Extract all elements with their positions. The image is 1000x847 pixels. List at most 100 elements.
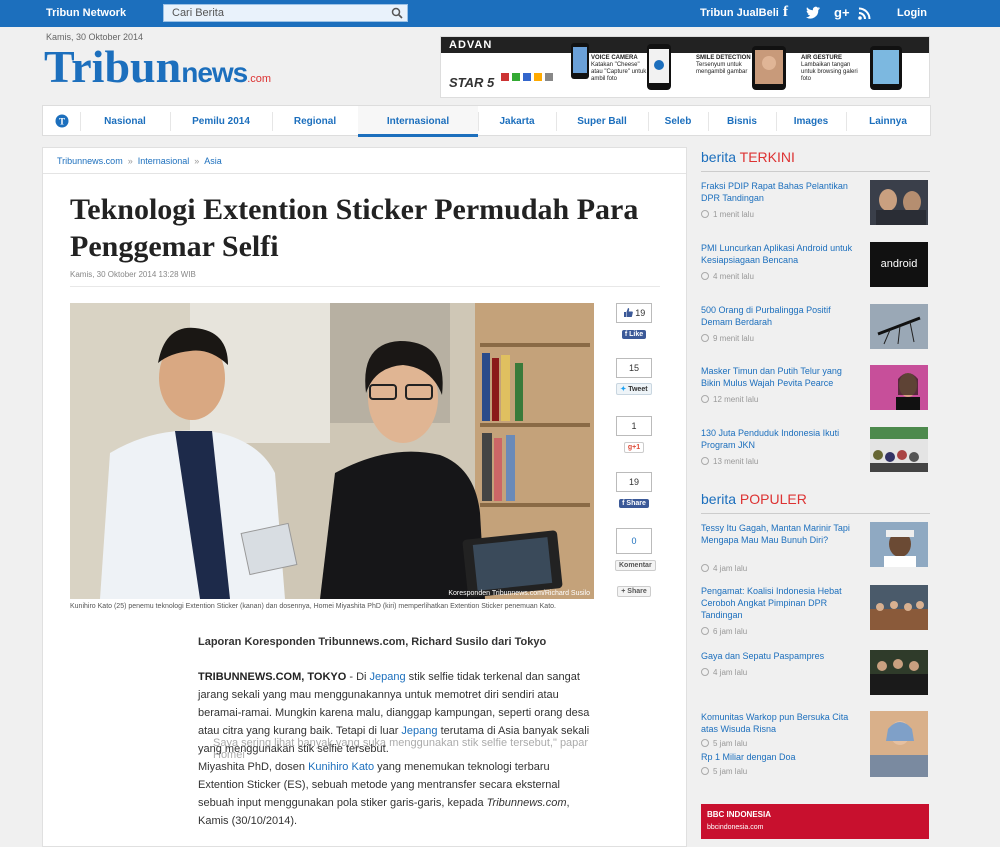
more-share-widget[interactable]: + Share bbox=[615, 580, 653, 598]
share-count: 19 bbox=[616, 472, 652, 492]
tribun-jualbeli-link[interactable]: Tribun JualBeli bbox=[700, 7, 779, 19]
news-title[interactable]: Komunitas Warkop pun Bersuka Cita atas W… bbox=[701, 711, 863, 735]
comment-widget[interactable]: 0 Komentar bbox=[615, 528, 656, 572]
news-title[interactable]: Masker Timun dan Putih Telur yang Bikin … bbox=[701, 365, 863, 389]
photo-credit: Koresponden Tribunnews.com/Richard Susil… bbox=[448, 590, 590, 597]
news-time: 4 jam lalu bbox=[701, 668, 747, 677]
nav-item-nasional[interactable]: Nasional bbox=[80, 106, 170, 137]
facebook-like-widget[interactable]: 19 f Like bbox=[615, 303, 653, 341]
ad-feature-title: AIR GESTURE bbox=[801, 55, 843, 61]
nav-item-super-ball[interactable]: Super Ball bbox=[556, 106, 648, 137]
login-link[interactable]: Login bbox=[897, 7, 927, 19]
news-item[interactable]: 130 Juta Penduduk Indonesia Ikuti Progra… bbox=[701, 427, 930, 477]
main-navigation: T Nasional Pemilu 2014 Regional Internas… bbox=[42, 105, 931, 137]
facebook-like-button[interactable]: f Like bbox=[621, 330, 647, 339]
news-title[interactable]: 130 Juta Penduduk Indonesia Ikuti Progra… bbox=[701, 427, 863, 451]
tribun-network-link[interactable]: Tribun Network bbox=[46, 7, 126, 19]
news-title[interactable]: Rp 1 Miliar dengan Doa bbox=[701, 751, 863, 763]
search-icon[interactable] bbox=[391, 7, 403, 19]
home-icon[interactable]: T bbox=[55, 114, 69, 128]
overlapping-text: Saya sering lihat banyak yang suka mengg… bbox=[213, 737, 589, 761]
search-placeholder: Cari Berita bbox=[172, 7, 224, 19]
search-input[interactable]: Cari Berita bbox=[163, 4, 408, 22]
tweet-button[interactable]: ✦ Tweet bbox=[616, 383, 652, 395]
news-item[interactable]: Gaya dan Sepatu Paspampres 4 jam lalu bbox=[701, 650, 930, 700]
news-item[interactable]: Fraksi PDIP Rapat Bahas Pelantikan DPR T… bbox=[701, 180, 930, 230]
logo-tribun: Tribun bbox=[44, 41, 182, 92]
nav-item-seleb[interactable]: Seleb bbox=[648, 106, 708, 137]
text: Tribunnews.com bbox=[486, 797, 567, 809]
bbc-indonesia-banner[interactable]: BBC INDONESIA bbcindonesia.com bbox=[701, 804, 929, 839]
news-item[interactable]: PMI Luncurkan Aplikasi Android untuk Kes… bbox=[701, 242, 930, 292]
bbc-title: BBC INDONESIA bbox=[707, 810, 772, 819]
nav-item-regional[interactable]: Regional bbox=[272, 106, 358, 137]
bbc-url: bbcindonesia.com bbox=[707, 824, 764, 831]
tag-link-kunihiro-kato[interactable]: Kunihiro Kato bbox=[308, 761, 374, 773]
twitter-icon[interactable] bbox=[805, 6, 821, 20]
rss-icon[interactable] bbox=[858, 7, 871, 20]
news-thumbnail[interactable] bbox=[870, 304, 928, 349]
advertisement-banner[interactable]: ADVAN STAR 5 VOICE CAMERA Katakan "Cheese… bbox=[440, 36, 930, 98]
nav-item-images[interactable]: Images bbox=[776, 106, 846, 137]
breadcrumb-section[interactable]: Internasional bbox=[138, 156, 190, 166]
news-item[interactable]: Tessy Itu Gagah, Mantan Marinir Tapi Men… bbox=[701, 522, 930, 574]
news-title[interactable]: Pengamat: Koalisi Indonesia Hebat Cerobo… bbox=[701, 585, 863, 621]
divider bbox=[701, 513, 930, 514]
nav-item-bisnis[interactable]: Bisnis bbox=[708, 106, 776, 137]
facebook-icon[interactable]: f bbox=[783, 4, 788, 21]
nav-item-pemilu[interactable]: Pemilu 2014 bbox=[170, 106, 272, 137]
heading-label: POPULER bbox=[739, 491, 807, 507]
logo-com: .com bbox=[247, 73, 272, 85]
news-thumbnail[interactable]: android bbox=[870, 242, 928, 287]
ad-feature-title: SMILE DETECTION bbox=[696, 55, 751, 61]
news-item[interactable]: Pengamat: Koalisi Indonesia Hebat Cerobo… bbox=[701, 585, 930, 637]
ad-feature-1: VOICE CAMERA Katakan "Cheese" atau "Captu… bbox=[591, 55, 651, 83]
tag-link-jepang[interactable]: Jepang bbox=[401, 725, 437, 737]
article-title: Teknologi Extention Sticker Permudah Par… bbox=[70, 193, 639, 263]
photo-caption: Kunihiro Kato (25) penemu teknologi Exte… bbox=[70, 603, 556, 610]
facebook-share-widget[interactable]: 19 f Share bbox=[615, 472, 653, 510]
nav-item-jakarta[interactable]: Jakarta bbox=[478, 106, 556, 137]
nav-item-internasional[interactable]: Internasional bbox=[358, 106, 478, 137]
nav-item-lainnya[interactable]: Lainnya bbox=[846, 106, 930, 137]
news-thumbnail[interactable] bbox=[870, 365, 928, 410]
news-thumbnail[interactable] bbox=[870, 180, 928, 225]
ad-phone-voice bbox=[647, 44, 671, 90]
news-title[interactable]: PMI Luncurkan Aplikasi Android untuk Kes… bbox=[701, 242, 863, 266]
breadcrumb-subsection[interactable]: Asia bbox=[204, 156, 222, 166]
google-plus-button[interactable]: g+1 bbox=[623, 442, 645, 453]
heading-prefix: berita bbox=[701, 149, 740, 165]
news-item[interactable]: Rp 1 Miliar dengan Doa 5 jam lalu bbox=[701, 751, 930, 781]
text: - Di bbox=[346, 671, 370, 683]
news-title[interactable]: Fraksi PDIP Rapat Bahas Pelantikan DPR T… bbox=[701, 180, 863, 204]
article-date: Kamis, 30 Oktober 2014 13:28 WIB bbox=[70, 270, 196, 279]
news-thumbnail[interactable] bbox=[870, 585, 928, 630]
news-item[interactable]: 500 Orang di Purbalingga Positif Demam B… bbox=[701, 304, 930, 354]
tag-link-jepang[interactable]: Jepang bbox=[370, 671, 406, 683]
breadcrumb-home[interactable]: Tribunnews.com bbox=[57, 156, 123, 166]
facebook-share-button[interactable]: f Share bbox=[619, 499, 649, 508]
gplus-count: 1 bbox=[616, 416, 652, 436]
news-time: 5 jam lalu bbox=[701, 767, 747, 776]
news-item[interactable]: Masker Timun dan Putih Telur yang Bikin … bbox=[701, 365, 930, 415]
google-plus-widget[interactable]: 1 g+1 bbox=[615, 416, 653, 454]
news-thumbnail[interactable] bbox=[870, 650, 928, 695]
divider bbox=[43, 173, 686, 174]
heading-prefix: berita bbox=[701, 491, 740, 507]
news-title[interactable]: Tessy Itu Gagah, Mantan Marinir Tapi Men… bbox=[701, 522, 863, 546]
news-title[interactable]: 500 Orang di Purbalingga Positif Demam B… bbox=[701, 304, 863, 328]
breadcrumb-separator: » bbox=[127, 156, 133, 166]
tribunnews-logo[interactable]: Tribunnews.com bbox=[44, 44, 271, 94]
tweet-widget[interactable]: 15 ✦ Tweet bbox=[615, 358, 653, 396]
section-heading-populer: berita POPULER bbox=[701, 491, 807, 507]
dateline: TRIBUNNEWS.COM, TOKYO bbox=[198, 671, 347, 683]
news-thumbnail[interactable] bbox=[870, 427, 928, 472]
google-plus-icon[interactable]: g+ bbox=[834, 5, 850, 20]
ad-feature-text: Katakan "Cheese" atau "Capture" untuk am… bbox=[591, 62, 647, 82]
comment-button[interactable]: Komentar bbox=[615, 560, 656, 571]
article-photo[interactable]: Koresponden Tribunnews.com/Richard Susil… bbox=[70, 303, 594, 599]
ad-topbar bbox=[441, 37, 929, 53]
news-thumbnail[interactable] bbox=[870, 522, 928, 567]
more-share-button[interactable]: + Share bbox=[617, 586, 651, 597]
news-title[interactable]: Gaya dan Sepatu Paspampres bbox=[701, 650, 863, 662]
